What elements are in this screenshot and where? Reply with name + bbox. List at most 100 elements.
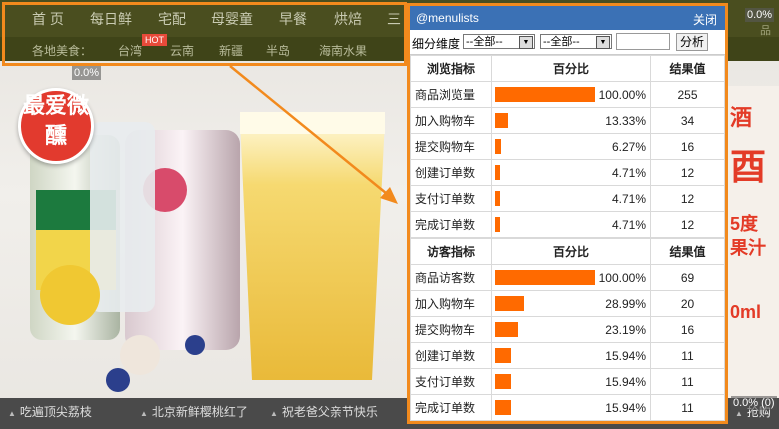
metric-value: 16 xyxy=(650,316,725,343)
percent-bar xyxy=(495,322,518,337)
percent-bar xyxy=(495,270,595,285)
table-header: 访客指标 百分比 结果值 xyxy=(410,238,725,265)
metric-percent-cell: 13.33% xyxy=(491,107,651,134)
table-header: 浏览指标 百分比 结果值 xyxy=(410,55,725,82)
ad-text: 酒 xyxy=(730,105,753,130)
overlay-percent: 0.0% xyxy=(72,66,102,80)
ad-text: 0ml xyxy=(730,302,762,322)
metric-percent: 15.94% xyxy=(605,349,646,363)
percent-bar xyxy=(495,191,500,206)
visitor-metrics-table: 访客指标 百分比 结果值 商品访客数 100.00% 69 加入购物车 28.99% 20… xyxy=(410,238,725,421)
metric-percent: 6.27% xyxy=(611,140,646,154)
metric-name: 创建订单数 xyxy=(410,342,492,369)
metric-name: 提交购物车 xyxy=(410,316,492,343)
analytics-panel: @menulists 关闭 细分维度 --全部-- ▼ --全部-- ▼ 分析 … xyxy=(407,3,728,424)
column-header: 百分比 xyxy=(491,238,651,265)
metric-name: 支付订单数 xyxy=(410,368,492,395)
metric-name: 支付订单数 xyxy=(410,185,492,212)
metric-percent-cell: 100.00% xyxy=(491,81,651,108)
column-header: 百分比 xyxy=(491,55,651,82)
metric-percent: 23.19% xyxy=(605,323,646,337)
table-row: 加入购物车 13.33% 34 xyxy=(410,107,725,134)
filter-label: 细分维度 xyxy=(412,37,461,51)
table-row: 商品浏览量 100.00% 255 xyxy=(410,81,725,108)
metric-name: 加入购物车 xyxy=(410,290,492,317)
metric-percent-cell: 4.71% xyxy=(491,159,651,186)
metric-value: 69 xyxy=(650,264,725,291)
column-header: 浏览指标 xyxy=(410,55,492,82)
nav-item[interactable]: 品 xyxy=(760,22,771,38)
highlight-box xyxy=(2,2,407,66)
metric-percent-cell: 15.94% xyxy=(491,342,651,369)
caption-link[interactable]: 吃遍顶尖荔枝 xyxy=(8,403,92,420)
table-row: 提交购物车 23.19% 16 xyxy=(410,316,725,343)
analyze-button[interactable]: 分析 xyxy=(676,33,708,51)
table-row: 完成订单数 4.71% 12 xyxy=(410,211,725,238)
metric-value: 16 xyxy=(650,133,725,160)
metric-percent: 4.71% xyxy=(611,166,646,180)
metric-value: 12 xyxy=(650,185,725,212)
caption-link[interactable]: 祝老爸父亲节快乐 xyxy=(270,403,378,420)
metric-value: 11 xyxy=(650,368,725,395)
caption-link[interactable]: 北京新鲜樱桃红了 xyxy=(140,403,248,420)
metric-percent: 15.94% xyxy=(605,375,646,389)
dimension-select-1[interactable]: --全部-- ▼ xyxy=(463,34,535,49)
panel-header: @menulists 关闭 xyxy=(410,6,725,30)
metric-percent: 13.33% xyxy=(605,114,646,128)
right-ad[interactable]: 酒 酉 5度 果汁 0ml xyxy=(728,86,779,398)
metric-name: 完成订单数 xyxy=(410,211,492,238)
percent-bar xyxy=(495,113,508,128)
metric-value: 12 xyxy=(650,211,725,238)
select-value: --全部-- xyxy=(543,36,580,48)
table-row: 创建订单数 15.94% 11 xyxy=(410,342,725,369)
select-value: --全部-- xyxy=(466,36,503,48)
percent-bar xyxy=(495,400,511,415)
metric-percent: 15.94% xyxy=(605,401,646,415)
column-header: 结果值 xyxy=(650,238,725,265)
metric-percent-cell: 15.94% xyxy=(491,368,651,395)
metric-percent-cell: 23.19% xyxy=(491,316,651,343)
percent-bar xyxy=(495,87,595,102)
chevron-down-icon[interactable]: ▼ xyxy=(596,36,610,49)
close-button[interactable]: 关闭 xyxy=(693,11,717,28)
ad-text: 果汁 xyxy=(730,238,766,258)
metric-value: 255 xyxy=(650,81,725,108)
table-row: 商品访客数 100.00% 69 xyxy=(410,264,725,291)
metric-percent: 28.99% xyxy=(605,297,646,311)
percent-bar xyxy=(495,217,500,232)
filter-bar: 细分维度 --全部-- ▼ --全部-- ▼ 分析 xyxy=(410,30,725,55)
overlay-percent: 0.0% xyxy=(745,8,775,22)
metric-percent: 4.71% xyxy=(611,218,646,232)
table-row: 加入购物车 28.99% 20 xyxy=(410,290,725,317)
percent-bar xyxy=(495,165,500,180)
browse-metrics-table: 浏览指标 百分比 结果值 商品浏览量 100.00% 255 加入购物车 13.33% 3… xyxy=(410,55,725,238)
metric-percent: 4.71% xyxy=(611,192,646,206)
metric-name: 完成订单数 xyxy=(410,394,492,421)
metric-percent-cell: 4.71% xyxy=(491,185,651,212)
metric-percent-cell: 100.00% xyxy=(491,264,651,291)
metric-percent-cell: 6.27% xyxy=(491,133,651,160)
promo-badge: 最爱微醺 xyxy=(18,88,94,164)
dimension-select-2[interactable]: --全部-- ▼ xyxy=(540,34,612,49)
table-row: 创建订单数 4.71% 12 xyxy=(410,159,725,186)
table-row: 支付订单数 15.94% 11 xyxy=(410,368,725,395)
chevron-down-icon[interactable]: ▼ xyxy=(519,36,533,49)
table-row: 完成订单数 15.94% 11 xyxy=(410,394,725,421)
overlay-percent: 0.0% (0) xyxy=(731,396,777,410)
metric-value: 12 xyxy=(650,159,725,186)
metric-name: 加入购物车 xyxy=(410,107,492,134)
table-row: 支付订单数 4.71% 12 xyxy=(410,185,725,212)
metric-percent-cell: 28.99% xyxy=(491,290,651,317)
filter-input[interactable] xyxy=(616,33,670,50)
percent-bar xyxy=(495,374,511,389)
metric-name: 商品访客数 xyxy=(410,264,492,291)
panel-title: @menulists xyxy=(416,11,479,25)
metric-name: 创建订单数 xyxy=(410,159,492,186)
metric-percent: 100.00% xyxy=(598,88,646,102)
ad-text: 酉 xyxy=(730,146,767,187)
metric-value: 20 xyxy=(650,290,725,317)
percent-bar xyxy=(495,348,511,363)
ad-text: 5度 xyxy=(730,214,759,234)
metric-value: 11 xyxy=(650,394,725,421)
percent-bar xyxy=(495,296,524,311)
